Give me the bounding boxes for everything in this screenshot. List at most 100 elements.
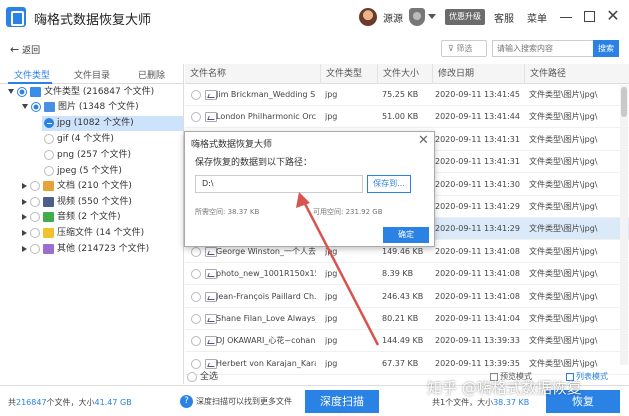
cell-name: DJ OKAWARI_心花~cohan... (216, 336, 316, 346)
back-arrow-icon: ← (10, 43, 20, 56)
table-row[interactable]: DJ OKAWARI_心花~cohan... jpg 144.49 KB 2020-0… (185, 330, 629, 353)
checkbox[interactable] (44, 117, 54, 128)
minimize-icon[interactable] (560, 17, 572, 18)
cell-path: 文件类型\图片\jpg\ (529, 134, 598, 144)
checkbox[interactable] (30, 211, 40, 222)
search-input[interactable] (492, 40, 593, 57)
checkbox[interactable] (30, 180, 40, 191)
column-header-date[interactable]: 修改日期 (432, 64, 524, 84)
scrollbar[interactable] (620, 85, 628, 365)
table-row[interactable]: Shane Filan_Love Always_... jpg 80.21 KB 20… (185, 308, 629, 330)
row-checkbox[interactable] (191, 112, 201, 123)
filter-button[interactable]: ⊽ 筛选 (441, 40, 487, 57)
checkbox[interactable] (44, 165, 54, 176)
tab-file-directory[interactable]: 文件目录 (74, 68, 110, 81)
checkbox[interactable] (30, 227, 40, 238)
cell-date: 2020-09-11 13:41:08 (435, 269, 520, 279)
cell-type: jpg (325, 291, 338, 301)
tree-item-file-types[interactable]: 文件类型 (216847 个文件) (8, 85, 154, 100)
close-icon[interactable]: ✕ (606, 8, 620, 24)
deep-scan-tip-text: 深度扫描可以找到更多文件 (196, 397, 292, 406)
back-button[interactable]: ← 返回 (10, 43, 40, 56)
cell-size: 8.39 KB (382, 269, 414, 279)
expand-arrow-icon[interactable] (22, 104, 28, 109)
column-header-size[interactable]: 文件大小 (377, 64, 432, 84)
tree-item-other[interactable]: 其他 (214723 个文件) (22, 242, 149, 257)
checkbox[interactable] (17, 86, 27, 97)
row-checkbox[interactable] (191, 269, 201, 280)
tree-item-jpg[interactable]: jpg (1082 个文件) (42, 116, 183, 131)
expand-arrow-icon[interactable] (8, 89, 14, 94)
column-header-name[interactable]: 文件名称 (185, 64, 320, 84)
checkbox[interactable] (187, 371, 197, 382)
tree-item-videos[interactable]: 视频 (550 个文件) (22, 195, 132, 210)
expand-arrow-icon[interactable] (22, 182, 27, 189)
scrollbar-thumb[interactable] (621, 87, 627, 117)
column-header-path[interactable]: 文件路径 (524, 64, 620, 84)
row-checkbox[interactable] (191, 358, 201, 369)
cell-date: 2020-09-11 13:41:08 (435, 246, 520, 256)
tree-item-documents[interactable]: 文档 (210 个文件) (22, 179, 132, 194)
required-space: 所需空间: 38.37 KB (195, 208, 260, 216)
tree-item-images[interactable]: 图片 (1348 个文件) (22, 100, 139, 115)
app-logo-icon (6, 7, 26, 27)
checkbox[interactable] (44, 149, 54, 160)
row-checkbox[interactable] (191, 314, 201, 324)
table-row[interactable]: Jim Brickman_Wedding S... jpg 75.25 KB 2020… (185, 84, 629, 106)
dialog-close-icon[interactable]: ✕ (418, 133, 429, 148)
chevron-down-icon[interactable] (428, 14, 436, 19)
table-row[interactable]: photo_new_1001R150x15... jpg 8.39 KB 2020-0… (185, 263, 629, 286)
save-to-button[interactable]: 保存到... (367, 175, 411, 193)
ok-button[interactable]: 确定 (383, 227, 429, 243)
table-row[interactable]: Jean-François Paillard Ch... jpg 246.43 KB… (185, 286, 629, 308)
cell-size: 67.37 KB (382, 358, 419, 368)
row-checkbox[interactable] (191, 90, 201, 100)
tree-item-png[interactable]: png (257 个文件) (44, 148, 131, 163)
cell-size: 144.49 KB (382, 336, 424, 346)
row-checkbox[interactable] (191, 291, 201, 302)
tab-deleted[interactable]: 已删除 (138, 68, 165, 81)
column-header-type[interactable]: 文件类型 (320, 64, 377, 84)
avatar[interactable] (359, 8, 377, 26)
checkbox[interactable] (30, 243, 40, 254)
menu-button[interactable]: 菜单 (527, 10, 547, 25)
upgrade-button[interactable]: 优惠升级 (445, 9, 485, 25)
cell-path: 文件类型\图片\jpg\ (529, 157, 598, 167)
total-mid: 个文件，大小 (46, 398, 95, 407)
tab-file-type[interactable]: 文件类型 (14, 68, 50, 81)
search-button[interactable]: 搜索 (593, 40, 619, 57)
tree-item-label: 文件类型 (216847 个文件) (44, 87, 155, 97)
checkbox[interactable] (44, 133, 54, 144)
archive-icon (43, 227, 54, 238)
cell-name: London Philharmonic Orc... (216, 112, 316, 122)
help-icon: ? (180, 395, 193, 408)
expand-arrow-icon[interactable] (22, 213, 27, 220)
save-path-field[interactable]: D:\ (195, 175, 363, 193)
checkbox[interactable] (31, 101, 41, 112)
back-label: 返回 (22, 46, 41, 56)
cell-name: Shane Filan_Love Always_... (216, 314, 316, 323)
tree-item-archives[interactable]: 压缩文件 (14 个文件) (22, 226, 144, 241)
select-all[interactable]: 全选 (187, 369, 218, 382)
checkbox[interactable] (30, 196, 40, 207)
table-row[interactable]: London Philharmonic Orc... jpg 51.00 KB 202… (185, 106, 629, 129)
expand-arrow-icon[interactable] (22, 245, 27, 252)
expand-arrow-icon[interactable] (22, 198, 27, 205)
vip-shield-icon[interactable] (409, 8, 425, 26)
maximize-icon[interactable] (584, 11, 595, 22)
tree-item-gif[interactable]: gif (4 个文件) (44, 132, 114, 147)
tree-item-audio[interactable]: 音频 (2 个文件) (22, 210, 120, 225)
deep-scan-button[interactable]: 深度扫描 (305, 390, 379, 413)
cell-date: 2020-09-11 13:41:29 (435, 202, 520, 211)
dialog-prompt: 保存恢复的数据到以下路径： (195, 158, 313, 168)
row-checkbox[interactable] (191, 246, 201, 257)
tree-item-jpeg[interactable]: jpeg (5 个文件) (44, 164, 122, 179)
row-checkbox[interactable] (191, 336, 201, 347)
cell-path: 文件类型\图片\jpg\ (529, 90, 598, 99)
username[interactable]: 源源 (383, 10, 403, 25)
service-button[interactable]: 客服 (494, 10, 514, 25)
app-title: 嗨格式数据恢复大师 (34, 13, 152, 28)
document-icon (43, 180, 54, 191)
table-row[interactable]: Herbert von Karajan_Kara... jpg 67.37 KB 20… (185, 353, 629, 375)
expand-arrow-icon[interactable] (22, 229, 27, 236)
